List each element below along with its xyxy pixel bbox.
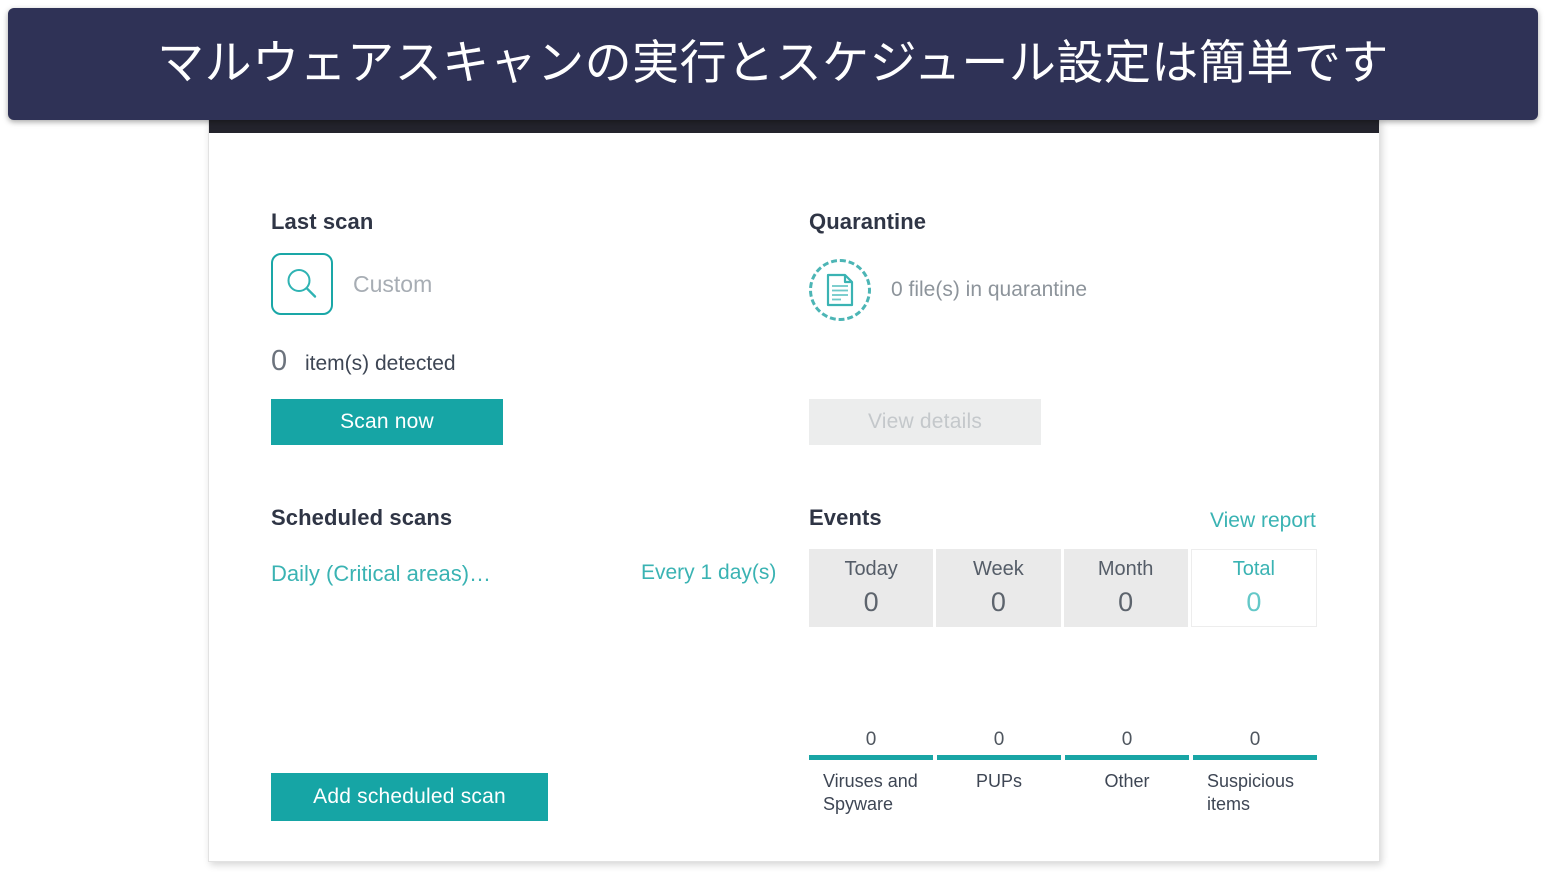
promo-banner-text: マルウェアスキャンの実行とスケジュール設定は簡単です bbox=[157, 36, 1389, 92]
magnifier-icon bbox=[271, 253, 333, 315]
tab-month-value: 0 bbox=[1118, 587, 1134, 617]
tab-week[interactable]: Week 0 bbox=[936, 549, 1061, 627]
last-scan-type-label: Custom bbox=[353, 270, 433, 297]
tab-week-label: Week bbox=[972, 558, 1024, 580]
stat-suspicious-items-value: 0 bbox=[1249, 729, 1261, 750]
detected-label: item(s) detected bbox=[305, 352, 456, 375]
quarantine-status-row: 0 file(s) in quarantine bbox=[809, 259, 1087, 321]
stat-other-value: 0 bbox=[1121, 729, 1133, 750]
tab-today-value: 0 bbox=[863, 587, 879, 617]
events-category-stats: 0 Viruses and Spyware 0 PUPs 0 Other 0 S… bbox=[809, 729, 1317, 815]
stat-suspicious-items: 0 Suspicious items bbox=[1193, 729, 1317, 815]
last-scan-type-row: Custom bbox=[271, 253, 432, 315]
antivirus-app-window: Last scan Custom 0 item(s) detected Scan… bbox=[208, 118, 1380, 862]
stat-suspicious-items-label: Suspicious items bbox=[1207, 771, 1295, 814]
stat-viruses-and-spyware-value: 0 bbox=[865, 729, 877, 750]
tab-month-label: Month bbox=[1097, 558, 1154, 580]
events-period-tabs: Today 0 Week 0 Month 0 Total 0 bbox=[809, 549, 1317, 627]
tab-week-value: 0 bbox=[990, 587, 1006, 617]
stat-suspicious-items-bar bbox=[1193, 755, 1317, 760]
add-scheduled-scan-button[interactable]: Add scheduled scan bbox=[271, 773, 548, 821]
stat-other: 0 Other bbox=[1065, 729, 1189, 815]
stat-viruses-and-spyware-bar bbox=[809, 755, 933, 760]
tab-today-label: Today bbox=[844, 558, 898, 580]
scheduled-scan-item[interactable]: Daily (Critical areas)… bbox=[271, 561, 491, 587]
stat-other-bar bbox=[1065, 755, 1189, 760]
app-titlebar bbox=[209, 119, 1379, 133]
stat-pups-bar bbox=[937, 755, 1061, 760]
events-title: Events bbox=[809, 505, 882, 530]
stat-other-label: Other bbox=[1104, 771, 1150, 791]
promo-banner: マルウェアスキャンの実行とスケジュール設定は簡単です bbox=[8, 8, 1538, 120]
detected-count: 0 bbox=[271, 345, 288, 377]
scheduled-scans-title: Scheduled scans bbox=[271, 505, 453, 530]
quarantine-status-text: 0 file(s) in quarantine bbox=[891, 278, 1088, 301]
tab-total-label: Total bbox=[1232, 558, 1275, 580]
last-scan-title: Last scan bbox=[271, 209, 374, 234]
tab-month[interactable]: Month 0 bbox=[1063, 549, 1188, 627]
stat-viruses-and-spyware-label: Viruses and Spyware bbox=[823, 771, 918, 814]
tab-total[interactable]: Total 0 bbox=[1190, 549, 1317, 627]
stat-pups-value: 0 bbox=[993, 729, 1005, 750]
scan-now-button[interactable]: Scan now bbox=[271, 399, 503, 445]
tab-total-value: 0 bbox=[1246, 587, 1262, 617]
app-content: Last scan Custom 0 item(s) detected Scan… bbox=[209, 133, 1379, 861]
stat-pups: 0 PUPs bbox=[937, 729, 1061, 815]
quarantined-file-icon bbox=[809, 259, 871, 321]
quarantine-title: Quarantine bbox=[809, 209, 927, 234]
tab-today[interactable]: Today 0 bbox=[809, 549, 934, 627]
view-report-link[interactable]: View report bbox=[1210, 509, 1316, 533]
detected-items-row: 0 item(s) detected bbox=[271, 345, 456, 378]
stat-pups-label: PUPs bbox=[975, 771, 1022, 791]
view-details-button[interactable]: View details bbox=[809, 399, 1041, 445]
scheduled-scan-frequency: Every 1 day(s) bbox=[641, 561, 777, 584]
stat-viruses-and-spyware: 0 Viruses and Spyware bbox=[809, 729, 933, 815]
